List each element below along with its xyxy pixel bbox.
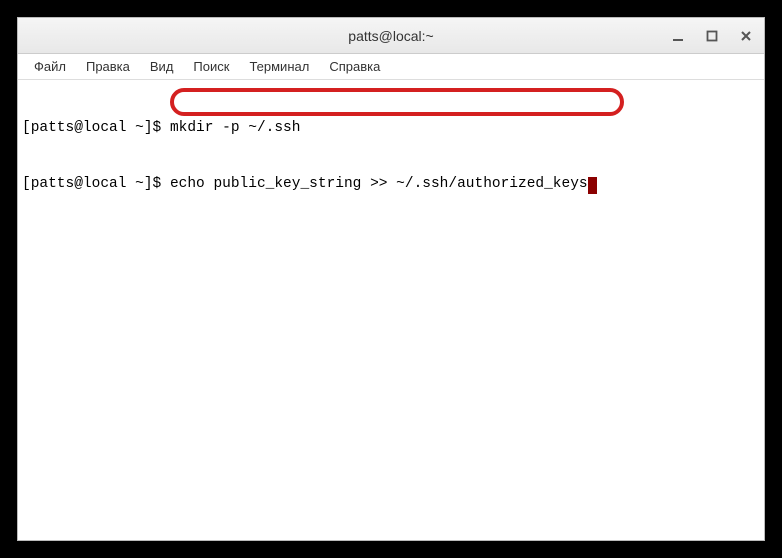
terminal-window: patts@local:~ Файл Правка Вид Поиск Терм… [17,17,765,541]
prompt: [patts@local ~]$ [22,120,170,136]
menu-file[interactable]: Файл [24,57,76,76]
close-button[interactable] [734,24,758,48]
minimize-icon [672,30,684,42]
close-icon [740,30,752,42]
maximize-icon [706,30,718,42]
command-text: mkdir -p ~/.ssh [170,120,301,136]
window-controls [666,24,758,48]
terminal-cursor [588,177,597,194]
annotation-highlight-box [170,88,624,116]
terminal-body[interactable]: [patts@local ~]$ mkdir -p ~/.ssh [patts@… [18,80,764,540]
terminal-line-1: [patts@local ~]$ mkdir -p ~/.ssh [22,119,760,138]
window-title: patts@local:~ [348,28,433,44]
command-text: echo public_key_string >> ~/.ssh/authori… [170,176,588,192]
maximize-button[interactable] [700,24,724,48]
menu-terminal[interactable]: Терминал [239,57,319,76]
terminal-line-2: [patts@local ~]$ echo public_key_string … [22,175,760,194]
menu-help[interactable]: Справка [319,57,390,76]
menubar: Файл Правка Вид Поиск Терминал Справка [18,54,764,80]
minimize-button[interactable] [666,24,690,48]
menu-view[interactable]: Вид [140,57,184,76]
menu-edit[interactable]: Правка [76,57,140,76]
titlebar[interactable]: patts@local:~ [18,18,764,54]
prompt: [patts@local ~]$ [22,176,170,192]
menu-search[interactable]: Поиск [183,57,239,76]
